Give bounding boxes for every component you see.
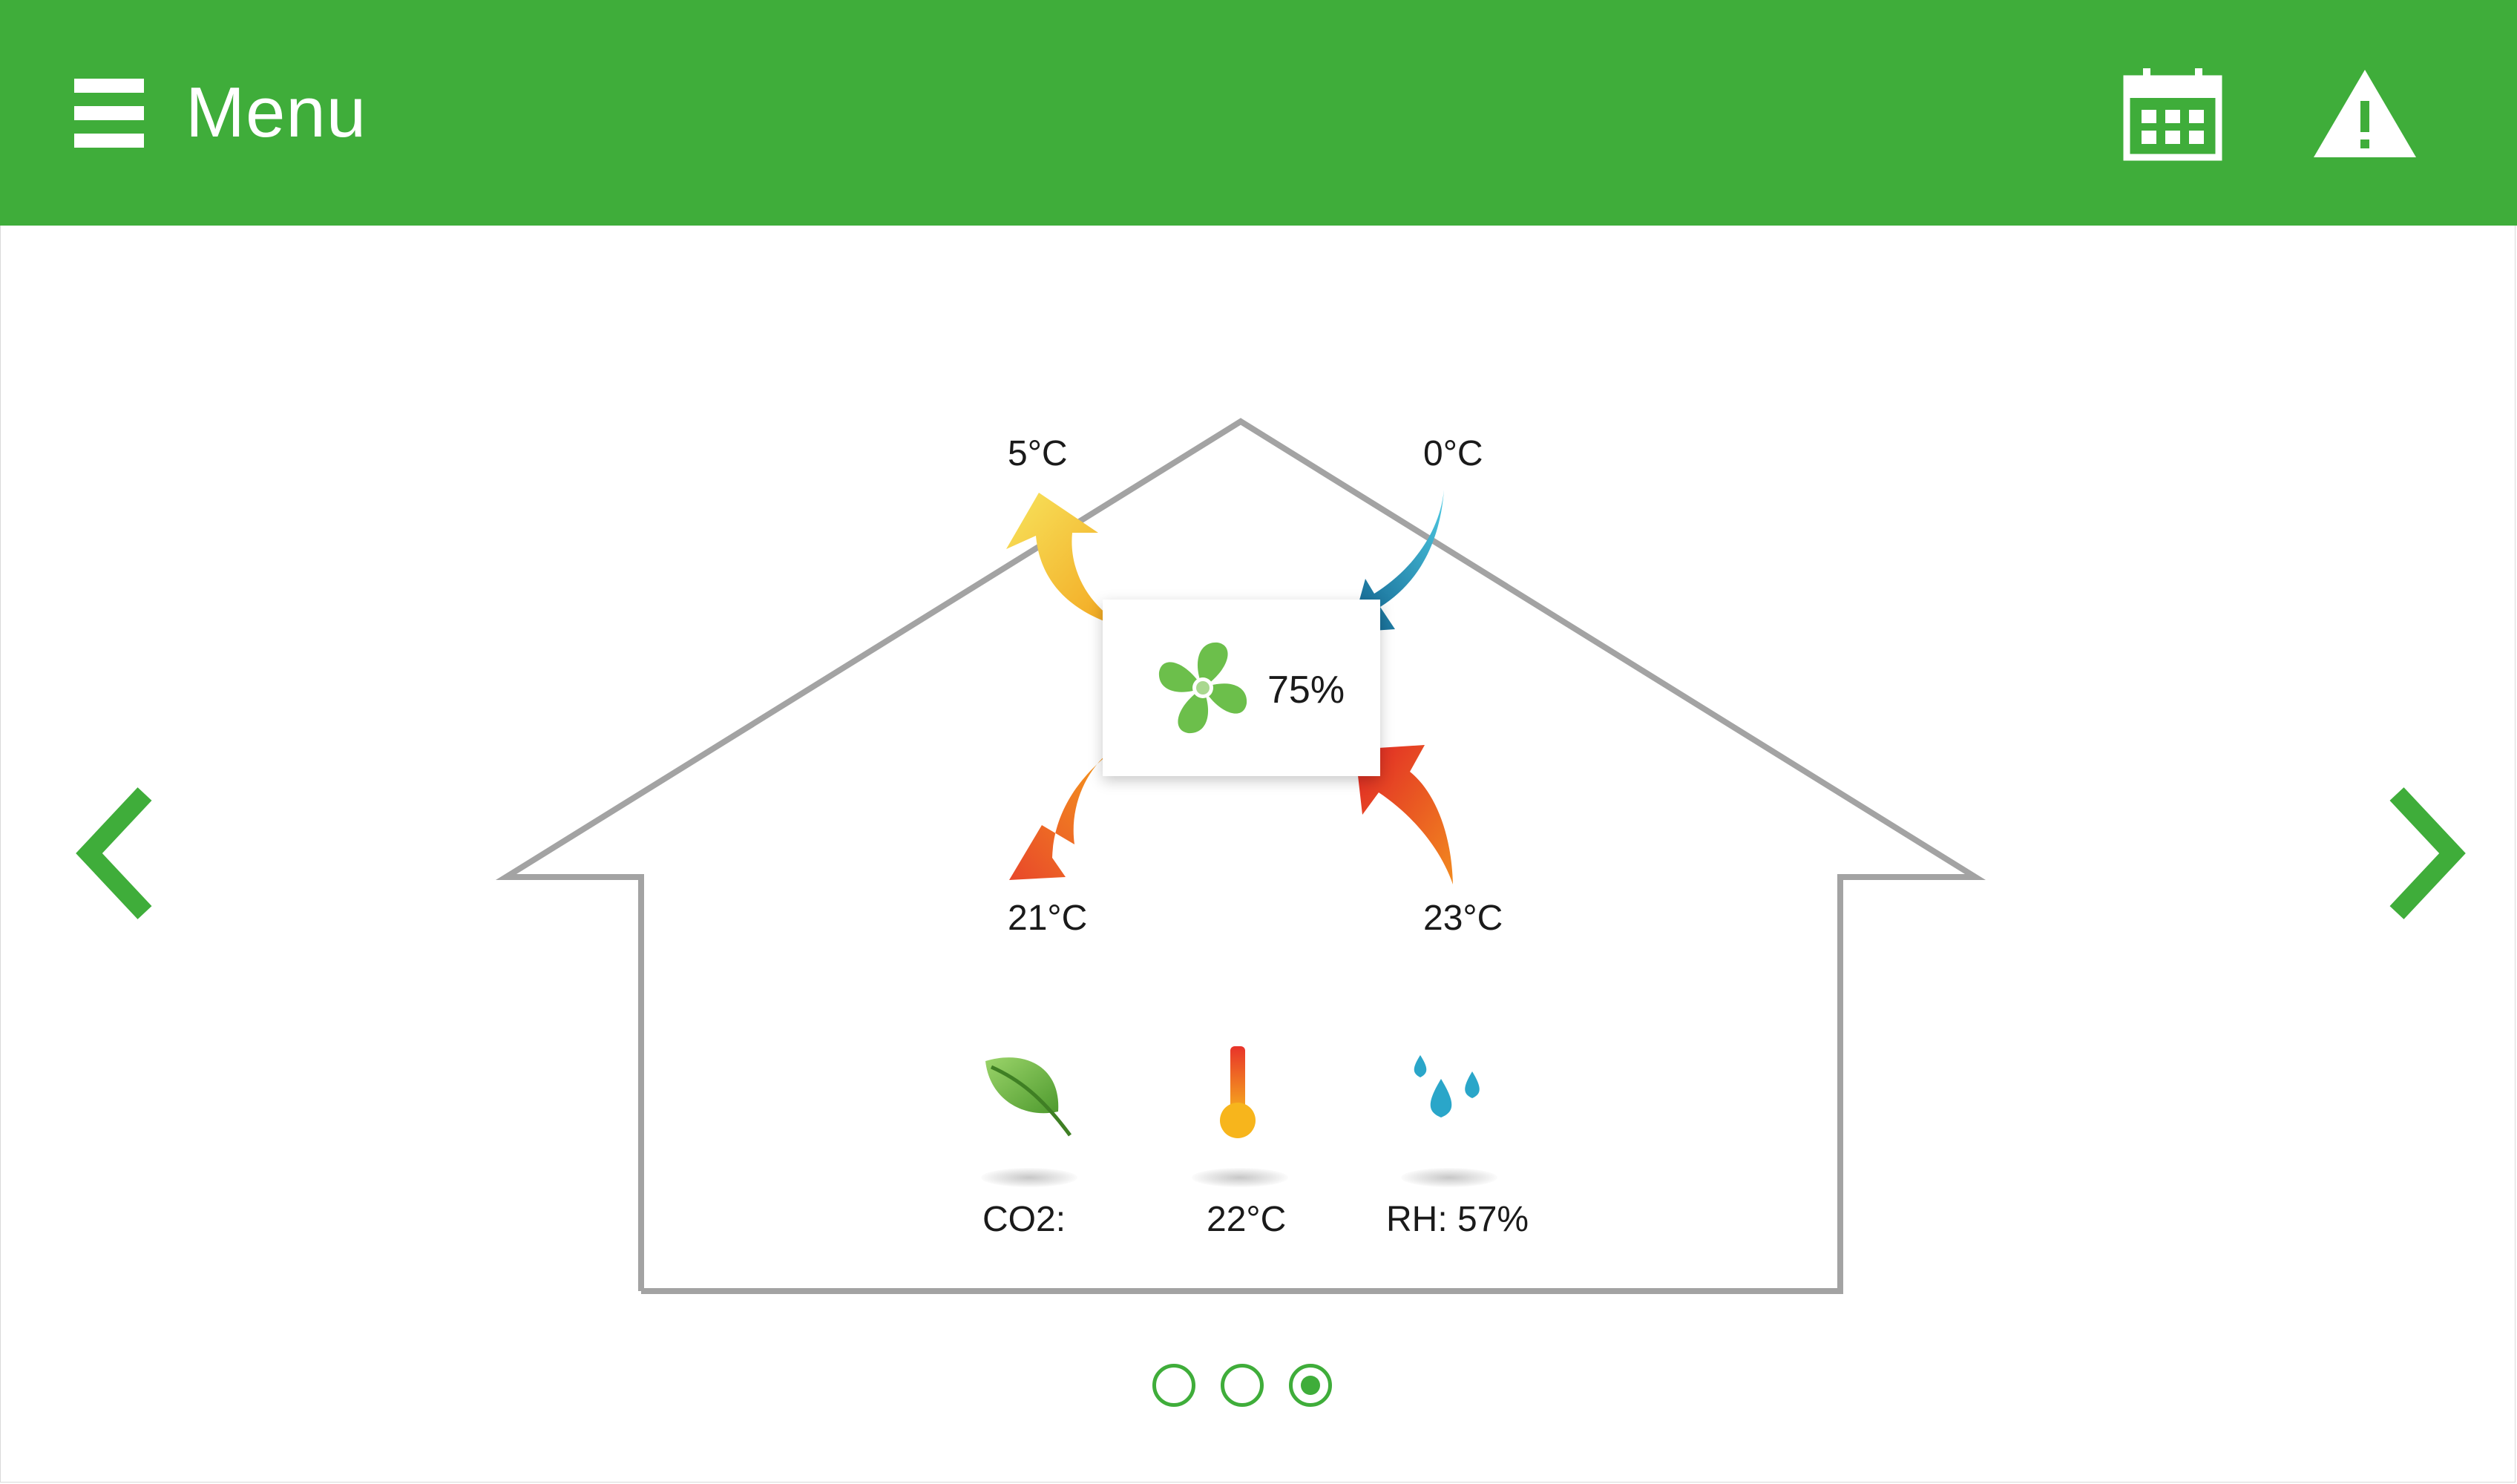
page-indicator [1152, 1364, 1332, 1407]
leaf-icon [985, 1057, 1072, 1137]
fan-speed-card[interactable]: 75% [1103, 600, 1380, 776]
humidity-shadow [1401, 1168, 1497, 1187]
page-dot-3[interactable] [1289, 1364, 1332, 1407]
supply-air-temperature: 21°C [1008, 899, 1088, 938]
extract-air-temperature: 23°C [1423, 899, 1503, 938]
page-dot-1[interactable] [1152, 1364, 1195, 1407]
humidity-drops-icon [1414, 1055, 1480, 1117]
fan-speed-value: 75% [1267, 669, 1345, 712]
co2-label: CO2: [982, 1200, 1066, 1239]
fan-icon [1158, 642, 1247, 734]
room-temperature-value: 22°C [1207, 1200, 1287, 1239]
page-dot-2[interactable] [1221, 1364, 1264, 1407]
thermometer-icon [1220, 1046, 1256, 1138]
outdoor-air-temperature: 0°C [1423, 434, 1483, 473]
thermometer-shadow [1192, 1168, 1288, 1187]
humidity-value: RH: 57% [1386, 1200, 1529, 1239]
exhaust-air-temperature: 5°C [1008, 434, 1068, 473]
leaf-shadow [981, 1168, 1077, 1187]
